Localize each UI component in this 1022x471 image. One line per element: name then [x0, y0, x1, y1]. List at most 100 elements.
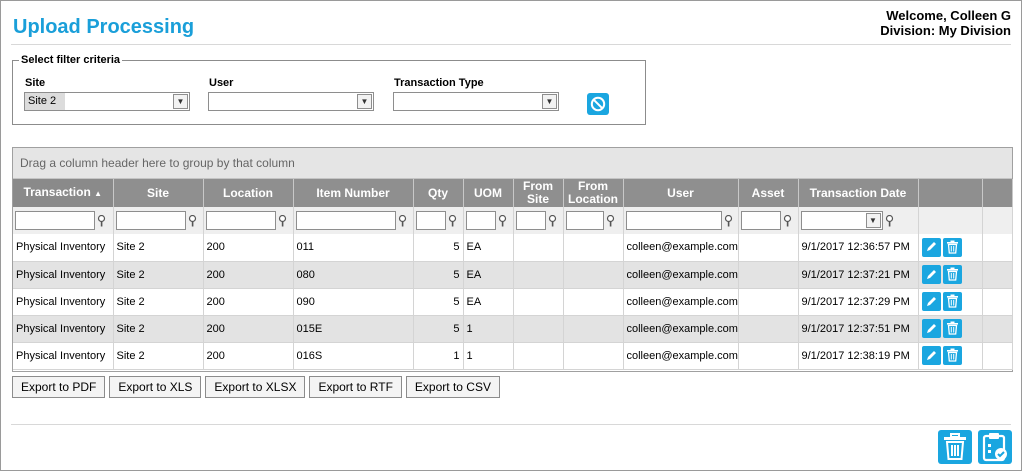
column-header-from-location[interactable]: From Location [563, 179, 624, 207]
filter-icon[interactable] [548, 214, 557, 227]
filter-icon[interactable] [97, 214, 106, 227]
cell-user: colleen@example.com [623, 315, 739, 343]
cell-qty: 5 [413, 315, 464, 343]
export-xlsx-button[interactable]: Export to XLSX [205, 376, 306, 398]
cell-asset [738, 342, 799, 370]
cell-from-location [563, 288, 624, 316]
filter-cell-location [203, 207, 294, 234]
cell-from-location [563, 234, 624, 262]
cell-actions [918, 288, 983, 316]
filter-cell-from-site [513, 207, 564, 234]
export-pdf-button[interactable]: Export to PDF [12, 376, 106, 398]
column-header-from-site[interactable]: From Site [513, 179, 564, 207]
group-by-panel[interactable]: Drag a column header here to group by th… [13, 148, 1012, 179]
cell-actions [918, 234, 983, 262]
cell-from-site [513, 234, 564, 262]
chevron-down-icon[interactable]: ▼ [542, 94, 557, 109]
table-row[interactable]: Physical Inventory Site 2 200 011 5 EA colleen… [13, 234, 1013, 262]
filter-input-site[interactable] [115, 211, 186, 230]
export-xls-button[interactable]: Export to XLS [109, 376, 202, 398]
cell-asset [738, 234, 799, 262]
chevron-down-icon[interactable]: ▼ [357, 94, 372, 109]
column-header-transaction[interactable]: Transaction ▲ [13, 179, 114, 207]
filter-icon[interactable] [448, 214, 457, 227]
filter-icon[interactable] [278, 214, 287, 227]
filter-icon[interactable] [885, 214, 894, 227]
user-select[interactable]: ▼ [208, 92, 374, 111]
site-select[interactable]: Site 2 ▼ [24, 92, 190, 111]
export-csv-button[interactable]: Export to CSV [405, 376, 500, 398]
edit-row-button[interactable] [921, 265, 941, 284]
filter-cell-transaction-date: ▼ [798, 207, 919, 234]
cell-uom: EA [463, 234, 514, 262]
filter-input-location[interactable] [205, 211, 276, 230]
transaction-type-select[interactable]: ▼ [393, 92, 559, 111]
column-header-asset[interactable]: Asset [738, 179, 799, 207]
filter-input-asset[interactable] [740, 211, 781, 230]
header-row: Transaction ▲ Site Location Item Number … [13, 179, 1013, 207]
cell-location: 200 [203, 288, 294, 316]
table-row[interactable]: Physical Inventory Site 2 200 015E 5 1 colleen… [13, 315, 1013, 343]
filter-input-uom[interactable] [465, 211, 496, 230]
delete-row-button[interactable] [942, 237, 962, 257]
filter-input-from-site[interactable] [515, 211, 546, 230]
column-header-site[interactable]: Site [113, 179, 204, 207]
edit-row-button[interactable] [921, 346, 941, 365]
cell-from-site [513, 261, 564, 289]
delete-row-button[interactable] [942, 292, 962, 311]
chevron-down-icon[interactable]: ▼ [865, 213, 881, 228]
filter-input-user[interactable] [625, 211, 722, 230]
trash-icon [946, 348, 958, 362]
filter-icon[interactable] [498, 214, 507, 227]
delete-all-button[interactable] [938, 430, 972, 464]
filter-cell-from-location [563, 207, 624, 234]
cell-item-number: 011 [293, 234, 414, 262]
chevron-down-icon[interactable]: ▼ [173, 94, 188, 109]
filter-icon[interactable] [724, 214, 733, 227]
column-header-item-number[interactable]: Item Number [293, 179, 414, 207]
column-header-uom[interactable]: UOM [463, 179, 514, 207]
filter-input-transaction[interactable] [15, 211, 95, 230]
edit-row-button[interactable] [921, 237, 941, 257]
edit-row-button[interactable] [921, 292, 941, 311]
column-header-transaction-date[interactable]: Transaction Date [798, 179, 919, 207]
process-button[interactable] [978, 430, 1012, 464]
filter-cell-asset [738, 207, 799, 234]
clear-filter-button[interactable] [587, 93, 609, 115]
filter-input-qty[interactable] [415, 211, 446, 230]
column-header-location[interactable]: Location [203, 179, 294, 207]
cell-actions [918, 261, 983, 289]
filter-cell-spacer [982, 207, 1013, 234]
pencil-icon [926, 269, 936, 279]
filter-icon[interactable] [188, 214, 197, 227]
cell-actions [918, 342, 983, 370]
filter-icon[interactable] [398, 214, 407, 227]
filter-icon[interactable] [606, 214, 615, 227]
filter-input-item-number[interactable] [295, 211, 396, 230]
cell-location: 200 [203, 342, 294, 370]
delete-row-button[interactable] [942, 319, 962, 338]
column-header-qty[interactable]: Qty [413, 179, 464, 207]
pencil-icon [926, 296, 936, 306]
table-row[interactable]: Physical Inventory Site 2 200 016S 1 1 colleen… [13, 342, 1013, 370]
cell-spacer [982, 342, 1013, 370]
filter-icon[interactable] [783, 214, 792, 227]
clipboard-check-icon [982, 433, 1007, 462]
cell-asset [738, 288, 799, 316]
table-row[interactable]: Physical Inventory Site 2 200 090 5 EA colleen… [13, 288, 1013, 316]
edit-row-button[interactable] [921, 319, 941, 338]
filter-legend: Select filter criteria [21, 54, 121, 66]
filter-input-from-location[interactable] [565, 211, 604, 230]
trash-icon [946, 321, 958, 335]
filter-cell-actions [918, 207, 983, 234]
delete-row-button[interactable] [942, 265, 962, 284]
cell-transaction-date: 9/1/2017 12:37:51 PM [798, 315, 919, 343]
column-header-user[interactable]: User [623, 179, 739, 207]
cell-uom: EA [463, 261, 514, 289]
cell-transaction-date: 9/1/2017 12:37:21 PM [798, 261, 919, 289]
filter-input-transaction-date[interactable]: ▼ [800, 211, 883, 230]
delete-row-button[interactable] [942, 346, 962, 365]
export-rtf-button[interactable]: Export to RTF [309, 376, 402, 398]
cell-user: colleen@example.com [623, 261, 739, 289]
table-row[interactable]: Physical Inventory Site 2 200 080 5 EA colleen… [13, 261, 1013, 289]
